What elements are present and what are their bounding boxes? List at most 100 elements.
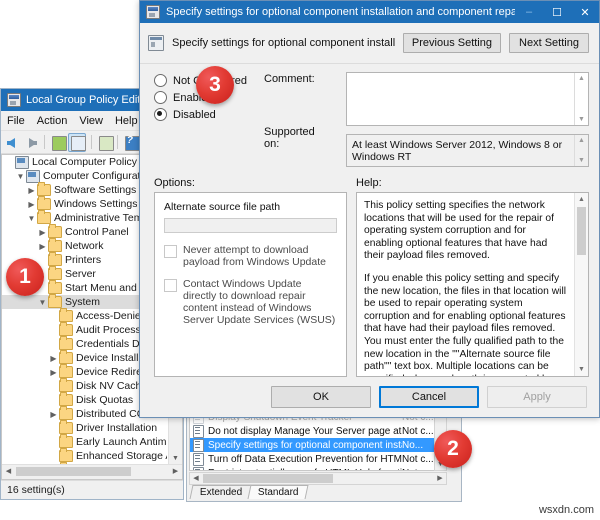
alternate-source-file-path-input[interactable] xyxy=(164,218,337,233)
scroll-left-icon[interactable]: ◀ xyxy=(2,465,15,478)
folder-icon xyxy=(59,422,73,434)
policy-setting-icon xyxy=(193,425,204,438)
menu-item-file[interactable]: File xyxy=(7,115,25,127)
gpedit-window-title: Local Group Policy Editor xyxy=(26,94,150,106)
comment-scrollbar[interactable]: ▲▼ xyxy=(574,73,588,125)
maximize-icon[interactable]: ☐ xyxy=(543,1,571,23)
tree-item-label: Local Computer Policy xyxy=(32,156,137,168)
ok-button[interactable]: OK xyxy=(271,386,371,408)
scroll-thumb[interactable] xyxy=(16,467,131,476)
supported-scrollbar[interactable]: ▲▼ xyxy=(574,135,588,166)
checkbox-never-download-payload-box xyxy=(164,245,177,258)
checkbox-never-download-payload-label: Never attempt to download payload from W… xyxy=(183,244,337,268)
folder-icon xyxy=(59,310,73,322)
scroll-thumb[interactable] xyxy=(577,207,586,255)
policy-list-row[interactable]: Turn off Data Execution Prevention for H… xyxy=(190,452,446,466)
annotation-badge-3: 3 xyxy=(196,66,234,104)
radio-enabled-indicator xyxy=(154,91,167,104)
scroll-right-icon[interactable]: ▶ xyxy=(169,465,182,478)
chevron-right-icon[interactable]: ▶ xyxy=(26,200,37,209)
toolbar-separator xyxy=(117,135,118,149)
policy-name: Turn off Data Execution Prevention for H… xyxy=(208,454,402,465)
scroll-thumb[interactable] xyxy=(203,474,333,483)
chevron-right-icon[interactable]: ▶ xyxy=(37,242,48,251)
chevron-right-icon[interactable]: ▶ xyxy=(37,228,48,237)
tree-item[interactable]: Early Launch Antimalware xyxy=(2,435,169,449)
tree-item-label: Windows Settings xyxy=(54,198,137,210)
scroll-right-icon[interactable]: ▶ xyxy=(434,473,446,484)
folder-icon xyxy=(48,282,62,294)
apply-button[interactable]: Apply xyxy=(487,386,587,408)
policy-setting-icon xyxy=(193,467,204,472)
policy-name: Restrict potentially unsafe HTML Help fu… xyxy=(208,468,402,472)
tree-item[interactable]: Enhanced Storage Access xyxy=(2,449,169,463)
folder-icon xyxy=(37,184,51,196)
watermark: wsxdn.com xyxy=(539,504,594,516)
cancel-button[interactable]: Cancel xyxy=(379,386,479,408)
options-label: Options: xyxy=(154,177,356,189)
next-setting-button[interactable]: Next Setting xyxy=(509,33,589,53)
help-paragraph: This policy setting specifies the networ… xyxy=(364,200,567,263)
supported-on-label: Supported on: xyxy=(264,126,332,150)
policy-list-row[interactable]: Restrict potentially unsafe HTML Help fu… xyxy=(190,466,446,471)
back-arrow-icon[interactable] xyxy=(5,134,20,151)
scroll-down-icon[interactable]: ▼ xyxy=(578,157,585,164)
chevron-down-icon[interactable]: ▼ xyxy=(37,298,48,307)
comment-value xyxy=(347,73,588,81)
previous-setting-button[interactable]: Previous Setting xyxy=(403,33,501,53)
policy-list-row[interactable]: Specify settings for optional component … xyxy=(190,438,446,452)
chevron-right-icon[interactable]: ▶ xyxy=(48,410,59,419)
menu-item-action[interactable]: Action xyxy=(37,115,68,127)
toolbar-separator xyxy=(44,135,45,149)
chevron-right-icon[interactable]: ▶ xyxy=(48,354,59,363)
scroll-up-icon[interactable]: ▲ xyxy=(575,193,588,206)
tree-item-label: Printers xyxy=(65,254,101,266)
help-icon[interactable]: ? xyxy=(123,134,138,151)
show-hide-tree-icon[interactable] xyxy=(68,133,85,152)
close-icon[interactable]: ✕ xyxy=(571,1,599,23)
tab-standard[interactable]: Standard xyxy=(248,485,309,499)
folder-icon xyxy=(37,212,51,224)
tree-item[interactable]: Driver Installation xyxy=(2,421,169,435)
menu-item-help[interactable]: Help xyxy=(115,115,138,127)
tree-item-label: Network xyxy=(65,240,104,252)
folder-icon xyxy=(48,254,62,266)
scroll-up-icon[interactable]: ▲ xyxy=(578,75,585,82)
policy-name: Specify settings for optional component … xyxy=(208,440,402,451)
folder-icon xyxy=(48,226,62,238)
dialog-fields: ▲▼ At least Windows Server 2012, Windows… xyxy=(346,72,589,167)
chevron-right-icon[interactable]: ▶ xyxy=(48,368,59,377)
folder-icon xyxy=(59,338,73,350)
scroll-up-icon[interactable]: ▲ xyxy=(578,137,585,144)
up-folder-icon[interactable] xyxy=(50,134,65,151)
policy-list-view[interactable]: Display Shutdown Event TrackerNot c...Do… xyxy=(189,409,447,471)
tree-item-label: Disk Quotas xyxy=(76,394,133,406)
policy-list-row[interactable]: Do not display Manage Your Server page a… xyxy=(190,424,446,438)
toolbar-separator xyxy=(91,135,92,149)
tab-standard-label: Standard xyxy=(258,487,299,498)
tab-extended[interactable]: Extended xyxy=(190,485,252,499)
tree-horizontal-scrollbar[interactable]: ◀ ▶ xyxy=(2,464,182,479)
chevron-right-icon[interactable]: ▶ xyxy=(26,186,37,195)
tree-item-label: Software Settings xyxy=(54,184,136,196)
export-list-icon[interactable] xyxy=(97,134,112,151)
chevron-down-icon[interactable]: ▼ xyxy=(15,172,26,181)
computer-icon xyxy=(26,170,40,183)
chevron-down-icon[interactable]: ▼ xyxy=(26,214,37,223)
radio-disabled[interactable]: Disabled xyxy=(154,106,250,123)
supported-on-textarea[interactable]: At least Windows Server 2012, Windows 8 … xyxy=(346,134,589,167)
scroll-down-icon[interactable]: ▼ xyxy=(578,116,585,123)
checkbox-never-download-payload[interactable]: Never attempt to download payload from W… xyxy=(164,244,337,268)
checkbox-contact-windows-update[interactable]: Contact Windows Update directly to downl… xyxy=(164,278,337,326)
menu-item-view[interactable]: View xyxy=(79,115,103,127)
minimize-icon[interactable]: – xyxy=(515,1,543,23)
screenshot-root: Local Group Policy Editor File Action Vi… xyxy=(0,0,600,520)
policy-list-window: Display Shutdown Event TrackerNot c...Do… xyxy=(186,406,462,502)
scroll-down-icon[interactable]: ▼ xyxy=(575,363,588,376)
tree-item-label: Control Panel xyxy=(65,226,129,238)
comment-textarea[interactable]: ▲▼ xyxy=(346,72,589,126)
folder-icon xyxy=(48,240,62,252)
checkbox-contact-windows-update-box xyxy=(164,279,177,292)
forward-arrow-icon[interactable] xyxy=(23,134,38,151)
help-scrollbar[interactable]: ▲ ▼ xyxy=(574,193,588,376)
